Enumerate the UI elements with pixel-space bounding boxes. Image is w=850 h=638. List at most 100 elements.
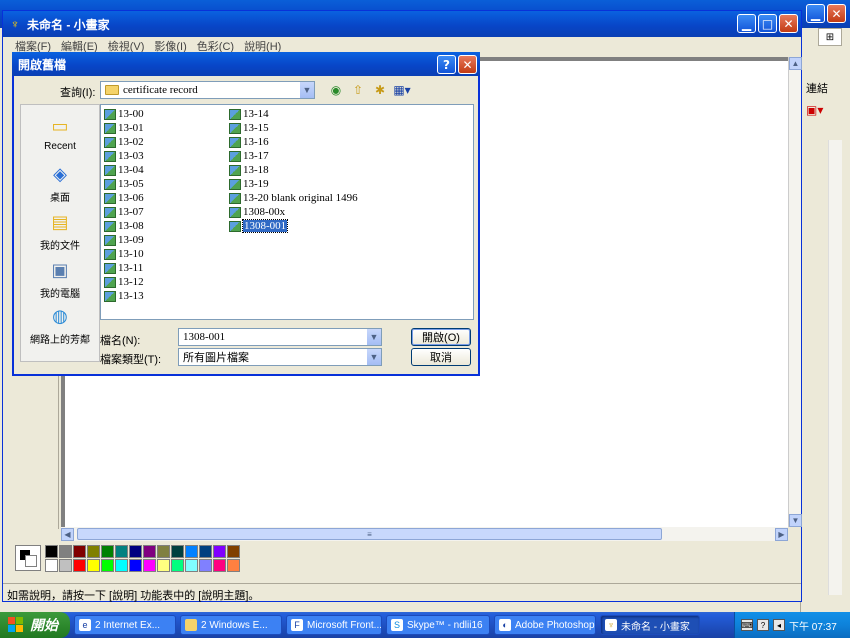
dialog-close-button[interactable]: ✕ [458,55,477,74]
open-button[interactable]: 開啟(O) [411,328,471,346]
file-item[interactable]: 13-20 blank original 1496 [229,191,358,205]
look-in-combo[interactable]: certificate record ▼ [100,81,315,99]
palette-color-swatch[interactable] [115,545,128,558]
palette-color-swatch[interactable] [73,559,86,572]
palette-color-swatch[interactable] [157,559,170,572]
place-my-documents[interactable]: ▤ 我的文件 [21,209,99,253]
palette-color-swatch[interactable] [59,559,72,572]
minimize-button[interactable]: ▁ [737,14,756,33]
file-item[interactable]: 13-04 [104,163,144,177]
help-button[interactable]: ? [437,55,456,74]
file-item[interactable]: 13-01 [104,121,144,135]
file-item[interactable]: 1308-001 [229,219,358,233]
palette-color-swatch[interactable] [129,545,142,558]
file-item[interactable]: 13-02 [104,135,144,149]
file-item[interactable]: 13-10 [104,247,144,261]
scroll-left-arrow-icon[interactable]: ◀ [61,527,74,541]
file-item[interactable]: 13-13 [104,289,144,303]
palette-color-swatch[interactable] [227,559,240,572]
file-item[interactable]: 13-03 [104,149,144,163]
horizontal-scrollbar[interactable]: ◀ ≡ ▶ [61,527,788,541]
chevron-down-icon[interactable]: ▼ [366,329,381,345]
bg-minimize-button[interactable]: ▁ [806,4,825,23]
paint-titlebar[interactable]: ♆ 未命名 - 小畫家 ▁ □ ✕ [3,11,801,37]
file-item[interactable]: 13-09 [104,233,144,247]
dialog-titlebar[interactable]: 開啟舊檔 ? ✕ [12,52,480,76]
palette-color-swatch[interactable] [101,545,114,558]
palette-color-swatch[interactable] [87,545,100,558]
scroll-down-arrow-icon[interactable]: ▼ [789,514,802,527]
chevron-down-icon[interactable]: ▼ [299,82,314,98]
palette-color-swatch[interactable] [157,545,170,558]
back-icon[interactable]: ◉ [328,82,344,98]
clock[interactable]: 下午 07:37 [789,618,837,633]
links-label[interactable]: 連結 [806,80,828,96]
palette-color-swatch[interactable] [59,545,72,558]
cancel-button[interactable]: 取消 [411,348,471,366]
file-item[interactable]: 1308-00x [229,205,358,219]
palette-color-swatch[interactable] [45,559,58,572]
file-item[interactable]: 13-11 [104,261,144,275]
palette-color-swatch[interactable] [185,559,198,572]
palette-color-swatch[interactable] [45,545,58,558]
palette-color-swatch[interactable] [199,545,212,558]
palette-color-swatch[interactable] [143,545,156,558]
task-windows-explorer[interactable]: 2 Windows E... [180,615,282,635]
palette-color-swatch[interactable] [213,559,226,572]
palette-color-swatch[interactable] [101,559,114,572]
palette-color-swatch[interactable] [87,559,100,572]
file-item[interactable]: 13-14 [229,107,358,121]
bg-close-button[interactable]: ✕ [827,4,846,23]
palette-color-swatch[interactable] [73,545,86,558]
palette-color-swatch[interactable] [143,559,156,572]
network-tray-icon[interactable]: ◂ [773,619,785,631]
maximize-button[interactable]: □ [758,14,777,33]
filetype-select[interactable]: 所有圖片檔案 ▼ [178,348,382,366]
palette-color-swatch[interactable] [185,545,198,558]
current-colors[interactable] [15,545,41,571]
file-item[interactable]: 13-15 [229,121,358,135]
palette-color-swatch[interactable] [115,559,128,572]
task-paint[interactable]: ♆ 未命名 - 小畫家 [600,615,700,635]
file-item[interactable]: 13-18 [229,163,358,177]
filename-field[interactable]: 1308-001 ▼ [178,328,382,346]
scroll-up-arrow-icon[interactable]: ▲ [789,57,802,70]
file-item[interactable]: 13-17 [229,149,358,163]
pdf-icon[interactable]: ▣▾ [806,100,830,120]
scroll-right-arrow-icon[interactable]: ▶ [775,527,788,541]
file-item[interactable]: 13-12 [104,275,144,289]
palette-color-swatch[interactable] [171,545,184,558]
palette-color-swatch[interactable] [199,559,212,572]
palette-color-swatch[interactable] [171,559,184,572]
file-item[interactable]: 13-16 [229,135,358,149]
chevron-down-icon[interactable]: ▼ [366,349,381,365]
background-scrollbar[interactable] [828,140,842,595]
palette-color-swatch[interactable] [227,545,240,558]
file-item[interactable]: 13-07 [104,205,144,219]
horizontal-scroll-thumb[interactable]: ≡ [77,528,662,540]
file-item[interactable]: 13-00 [104,107,144,121]
place-network[interactable]: ◍ 網路上的芳鄰 [21,303,99,347]
place-desktop[interactable]: ◈ 桌面 [21,161,99,205]
file-item[interactable]: 13-06 [104,191,144,205]
file-list[interactable]: 13-00 13-01 13-02 13-03 13-04 13-05 13-06 13-07… [100,104,474,320]
help-tray-icon[interactable]: ? [757,619,769,631]
file-item[interactable]: 13-08 [104,219,144,233]
task-photoshop[interactable]: ◐ Adobe Photoshop [494,615,596,635]
palette-color-swatch[interactable] [129,559,142,572]
file-item[interactable]: 13-19 [229,177,358,191]
place-my-computer[interactable]: ▣ 我的電腦 [21,257,99,301]
vertical-scrollbar[interactable]: ▲ ▼ [788,57,802,527]
start-button[interactable]: 開始 [0,612,70,638]
up-folder-icon[interactable]: ⇧ [350,82,366,98]
task-skype[interactable]: S Skype™ - ndlii16 [386,615,490,635]
palette-color-swatch[interactable] [213,545,226,558]
view-menu-icon[interactable]: ▦▾ [393,82,410,98]
keyboard-icon[interactable]: ⌨ [741,619,753,631]
file-item[interactable]: 13-05 [104,177,144,191]
task-frontpage[interactable]: F Microsoft Front... [286,615,382,635]
new-folder-icon[interactable]: ✱ [372,82,388,98]
place-recent[interactable]: ▭ Recent [21,113,99,153]
close-button[interactable]: ✕ [779,14,798,33]
task-internet-explorer[interactable]: e 2 Internet Ex... [74,615,176,635]
